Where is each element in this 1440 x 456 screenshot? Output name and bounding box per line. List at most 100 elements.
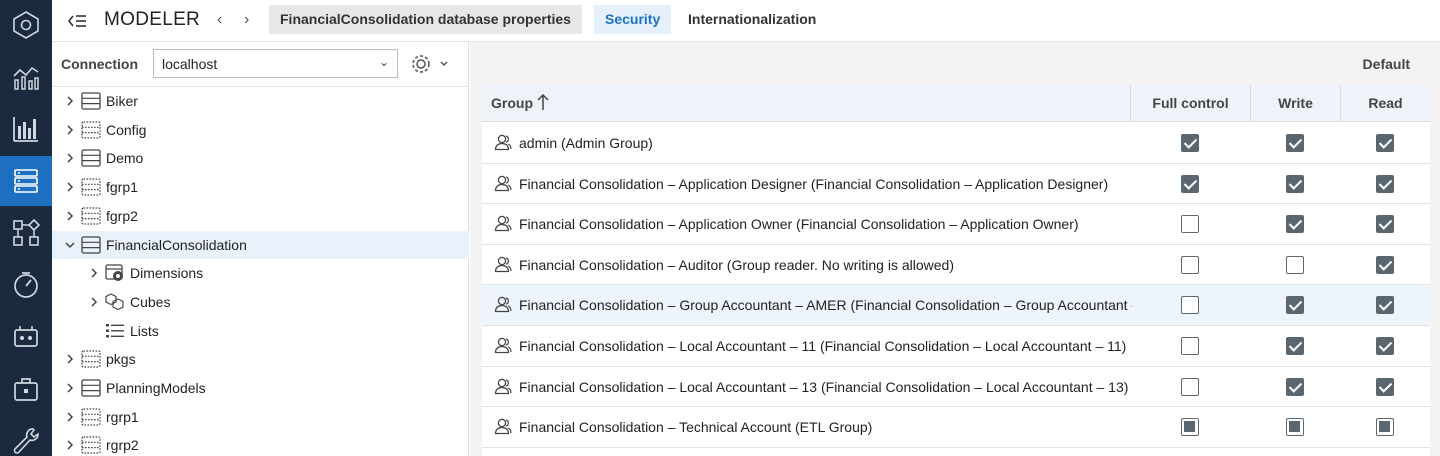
- briefcase-icon[interactable]: [0, 364, 52, 414]
- chevron-right-icon[interactable]: [64, 410, 76, 424]
- chevron-right-icon[interactable]: [64, 209, 76, 223]
- read-checkbox[interactable]: [1376, 337, 1394, 355]
- top-bar: MODELER ‹ › FinancialConsolidation datab…: [52, 0, 1440, 42]
- table-row[interactable]: Financial Consolidation – Technical Acco…: [482, 407, 1430, 448]
- tree-item-demo[interactable]: Demo: [52, 144, 469, 172]
- connection-select[interactable]: localhost ⌄: [153, 49, 398, 78]
- database-icon: [81, 379, 101, 397]
- full-control-checkbox[interactable]: [1181, 296, 1199, 315]
- analytics-icon[interactable]: [0, 52, 52, 102]
- chevron-right-icon[interactable]: [88, 266, 100, 280]
- write-checkbox[interactable]: [1286, 215, 1304, 234]
- group-icon: [494, 378, 512, 394]
- group-name: Financial Consolidation – Application Ow…: [519, 216, 1079, 233]
- full-control-checkbox[interactable]: [1181, 377, 1199, 396]
- hexagon-icon[interactable]: [0, 0, 52, 50]
- read-checkbox[interactable]: [1376, 255, 1394, 274]
- group-icon: [494, 418, 512, 435]
- write-checkbox[interactable]: [1286, 255, 1304, 274]
- read-checkbox[interactable]: [1376, 377, 1394, 396]
- back-arrow-icon[interactable]: ‹: [217, 11, 231, 31]
- write-checkbox[interactable]: [1286, 418, 1304, 437]
- app-title: MODELER: [104, 9, 201, 30]
- column-full-control[interactable]: Full control: [1130, 85, 1250, 122]
- full-control-checkbox[interactable]: [1181, 134, 1199, 152]
- column-write[interactable]: Write: [1250, 85, 1340, 122]
- report-icon[interactable]: [0, 104, 52, 154]
- table-row[interactable]: admin (Admin Group): [482, 123, 1430, 164]
- chevron-right-icon[interactable]: [64, 381, 76, 395]
- chevron-down-icon[interactable]: [64, 238, 76, 252]
- full-control-checkbox[interactable]: [1181, 337, 1199, 355]
- column-group[interactable]: Group: [482, 85, 1130, 122]
- group-cell: admin (Admin Group): [482, 123, 1132, 163]
- read-checkbox[interactable]: [1376, 215, 1394, 234]
- group-icon: [494, 175, 512, 191]
- chevron-right-icon[interactable]: [64, 94, 76, 108]
- chevron-right-icon[interactable]: [64, 352, 76, 366]
- gauge-icon[interactable]: [0, 260, 52, 310]
- group-name: admin (Admin Group): [519, 135, 653, 151]
- read-checkbox[interactable]: [1376, 174, 1394, 193]
- table-row[interactable]: Financial Consolidation – Group Accounta…: [482, 285, 1430, 326]
- agent-icon[interactable]: [0, 312, 52, 362]
- database-icon: [81, 149, 101, 168]
- write-checkbox[interactable]: [1286, 377, 1304, 396]
- tree-item-dimensions[interactable]: Dimensions: [52, 259, 469, 287]
- tree-item-cubes[interactable]: Cubes: [52, 288, 469, 316]
- write-checkbox[interactable]: [1286, 296, 1304, 315]
- settings-gear-icon[interactable]: [408, 51, 452, 77]
- table-row[interactable]: Financial Consolidation – Auditor (Group…: [482, 244, 1430, 286]
- group-icon: [494, 297, 512, 313]
- collapse-menu-icon[interactable]: [66, 10, 88, 32]
- tree-item-fgrp1[interactable]: fgrp1: [52, 173, 469, 201]
- table-row[interactable]: Financial Consolidation – Local Accounta…: [482, 366, 1430, 408]
- table-row[interactable]: Financial Consolidation – Application Ow…: [482, 204, 1430, 245]
- database-icon[interactable]: [0, 156, 52, 206]
- read-checkbox[interactable]: [1376, 296, 1394, 315]
- group-icon: [494, 256, 512, 272]
- tree-item-planningmodels[interactable]: PlanningModels: [52, 374, 469, 402]
- read-checkbox[interactable]: [1376, 418, 1394, 437]
- full-control-checkbox[interactable]: [1181, 174, 1199, 193]
- column-read[interactable]: Read: [1340, 85, 1430, 122]
- flow-icon[interactable]: [0, 208, 52, 258]
- tree-item-financialconsolidation[interactable]: FinancialConsolidation: [52, 230, 469, 259]
- full-control-checkbox[interactable]: [1181, 255, 1199, 274]
- read-checkbox[interactable]: [1376, 134, 1394, 152]
- tree-item-pkgs[interactable]: pkgs: [52, 345, 469, 373]
- tree-item-label: PlanningModels: [106, 380, 206, 396]
- tree-item-label: fgrp2: [106, 207, 138, 224]
- wrench-icon[interactable]: [0, 416, 52, 456]
- tree-item-fgrp2[interactable]: fgrp2: [52, 202, 469, 230]
- default-button[interactable]: Default: [1363, 56, 1410, 72]
- tree-item-label: Demo: [106, 150, 144, 167]
- database-dotted-icon: [81, 350, 101, 368]
- write-checkbox[interactable]: [1286, 337, 1304, 355]
- tree-item-label: Config: [106, 121, 147, 138]
- chevron-right-icon[interactable]: [64, 438, 76, 452]
- tab-database-properties[interactable]: FinancialConsolidation database properti…: [269, 5, 582, 34]
- tree-item-config[interactable]: Config: [52, 116, 469, 144]
- tree-item-lists[interactable]: Lists: [52, 317, 469, 345]
- chevron-right-icon[interactable]: [64, 180, 76, 194]
- tree-item-rgrp2[interactable]: rgrp2: [52, 431, 469, 456]
- security-table: Group Full control Write Read admin (Adm…: [482, 85, 1430, 456]
- group-cell: Financial Consolidation – Local Accounta…: [482, 326, 1132, 366]
- chevron-right-icon[interactable]: [64, 151, 76, 165]
- tree-item-label: Dimensions: [130, 265, 204, 282]
- full-control-checkbox[interactable]: [1181, 418, 1199, 437]
- write-checkbox[interactable]: [1286, 174, 1304, 193]
- group-cell: Financial Consolidation – Application De…: [482, 164, 1132, 204]
- table-row[interactable]: Financial Consolidation – Local Accounta…: [482, 326, 1430, 367]
- full-control-checkbox[interactable]: [1181, 215, 1199, 234]
- tree-item-rgrp1[interactable]: rgrp1: [52, 403, 469, 431]
- chevron-right-icon[interactable]: [64, 123, 76, 137]
- write-checkbox[interactable]: [1286, 134, 1304, 152]
- table-row[interactable]: Financial Consolidation – Application De…: [482, 163, 1430, 205]
- tab-internationalization[interactable]: Internationalization: [677, 5, 827, 34]
- forward-arrow-icon[interactable]: ›: [244, 11, 258, 31]
- chevron-right-icon[interactable]: [88, 295, 100, 309]
- tab-security[interactable]: Security: [594, 5, 672, 34]
- tree-item-biker[interactable]: Biker: [52, 87, 469, 115]
